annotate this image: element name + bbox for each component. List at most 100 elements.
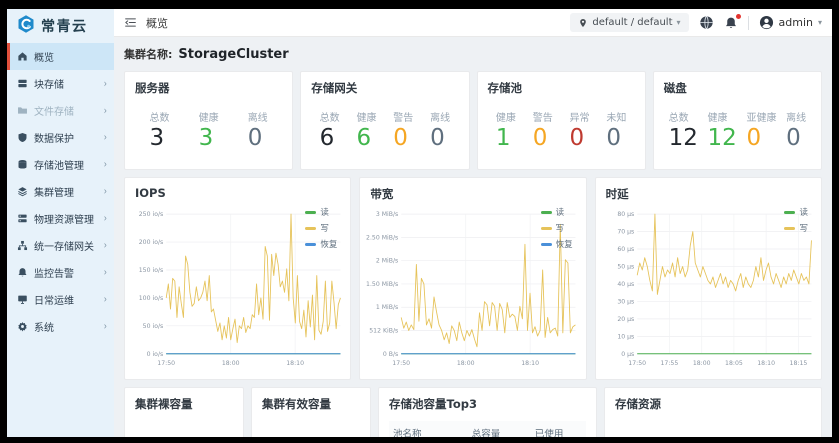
user-menu[interactable]: admin ▾ [759,15,822,30]
sidebar-item-5[interactable]: 集群管理› [7,178,114,205]
sidebar-item-8[interactable]: 监控告警› [7,259,114,286]
username: admin [779,16,813,29]
chevron-right-icon: › [104,132,107,144]
stat-value: 12 [669,125,698,151]
legend-item[interactable]: 写 [541,222,573,234]
bottom-card-title: 存储池容量Top3 [389,396,586,412]
breadcrumb: 概览 [146,15,168,31]
avatar [759,15,774,30]
svg-text:250 io/s: 250 io/s [139,211,163,218]
svg-text:150 io/s: 150 io/s [139,267,163,274]
stat-未知: 未知0 [606,109,626,151]
svg-text:18:10: 18:10 [757,360,775,367]
chevron-right-icon: › [104,105,107,117]
legend-item[interactable]: 恢复 [305,238,337,250]
bottom-card-title: 集群裸容量 [135,396,233,412]
stat-card-3: 磁盘总数12健康12亚健康0离线0 [653,71,822,170]
sidebar-item-6[interactable]: 物理资源管理› [7,205,114,232]
storage-resource-card: 存储资源 [604,387,822,437]
stat-总数: 总数6 [320,109,340,151]
svg-text:18:00: 18:00 [692,360,710,367]
stat-警告: 警告0 [533,109,553,151]
logo: 常青云 [7,9,114,43]
stat-label: 健康 [708,109,737,124]
stat-总数: 总数3 [150,109,170,151]
stat-label: 未知 [606,109,626,124]
stat-value: 3 [199,125,219,151]
menu-fold-icon[interactable] [124,16,137,29]
sidebar-item-0[interactable]: 概览 [7,43,114,70]
chart-legend: 读写恢复 [305,206,337,250]
chevron-right-icon: › [104,294,107,306]
sidebar-item-10[interactable]: 系统› [7,313,114,340]
legend-item[interactable]: 恢复 [541,238,573,250]
stat-健康: 健康3 [199,109,219,151]
legend-item[interactable]: 读 [541,206,573,218]
sidebar-item-4[interactable]: 存储池管理› [7,151,114,178]
sidebar-item-label: 存储池管理 [34,157,84,172]
legend-item[interactable]: 读 [305,206,337,218]
stat-value: 6 [320,125,340,151]
legend-label: 恢复 [320,238,337,250]
region-label: default / default [592,17,672,28]
legend-swatch [541,211,552,214]
stat-value: 0 [533,125,553,151]
legend-item[interactable]: 写 [305,222,337,234]
svg-text:18:05: 18:05 [725,360,743,367]
chart-title: 时延 [606,186,811,202]
topbar: 概览 default / default ▾ [114,9,832,37]
chevron-right-icon: › [104,267,107,279]
monitor-icon [17,294,28,305]
sidebar-item-label: 系统 [34,319,54,334]
shield-icon [17,132,28,143]
stat-label: 总数 [669,109,698,124]
sidebar-item-9[interactable]: 日常运维› [7,286,114,313]
cluster-raw-capacity-card: 集群裸容量 [124,387,244,437]
stat-亚健康: 亚健康0 [746,109,776,151]
sidebar-item-2[interactable]: 文件存储 › [7,97,114,124]
pool-capacity-top3-card: 存储池容量Top3池名称总容量已使用StoragePool43.2 TiB3.2… [378,387,597,437]
legend-swatch [784,211,795,214]
sidebar-item-7[interactable]: 统一存储网关› [7,232,114,259]
bottom-cards-row: 集群裸容量集群有效容量存储池容量Top3池名称总容量已使用StoragePool… [124,387,822,437]
stat-label: 离线 [786,109,806,124]
globe-icon[interactable] [699,15,714,30]
legend-item[interactable]: 读 [784,206,808,218]
stat-value: 1 [496,125,516,151]
gear-icon [17,321,28,332]
sidebar-item-3[interactable]: 数据保护› [7,124,114,151]
topbar-divider [748,16,749,30]
svg-text:17:55: 17:55 [660,360,678,367]
sidebar-item-1[interactable]: 块存储› [7,70,114,97]
stat-异常: 异常0 [570,109,590,151]
legend-label: 读 [556,206,565,218]
svg-text:60 µs: 60 µs [617,246,634,253]
chevron-down-icon: ▾ [818,18,822,27]
chart-title: 带宽 [370,186,575,202]
location-pin-icon [578,18,588,28]
stat-label: 离线 [430,109,450,124]
stat-健康: 健康6 [356,109,376,151]
chevron-right-icon: › [104,78,107,90]
stat-label: 健康 [496,109,516,124]
chevron-down-icon: ▾ [677,18,681,27]
stat-card-title: 磁盘 [664,80,811,96]
network-icon [17,240,28,251]
chevron-right-icon: › [104,186,107,198]
region-selector[interactable]: default / default ▾ [570,13,688,32]
notification-bell-icon[interactable] [724,16,738,30]
svg-text:100 io/s: 100 io/s [139,295,163,302]
svg-text:18:15: 18:15 [789,360,807,367]
cluster-name-row: 集群名称: StorageCluster [124,37,822,71]
legend-item[interactable]: 写 [784,222,808,234]
stat-健康: 健康12 [708,109,737,151]
stat-label: 健康 [356,109,376,124]
legend-swatch [784,227,795,230]
stat-card-1: 存储网关总数6健康6警告0离线0 [300,71,469,170]
stat-label: 警告 [533,109,553,124]
stat-value: 0 [393,125,413,151]
app-frame: 常青云 概览块存储›文件存储›数据保护›存储池管理›集群管理›物理资源管理›统一… [7,9,832,437]
table-header-cell: 池名称 [389,421,468,437]
sidebar-item-label: 文件存储 [34,103,74,118]
table-header-cell: 已使用 [531,421,586,437]
